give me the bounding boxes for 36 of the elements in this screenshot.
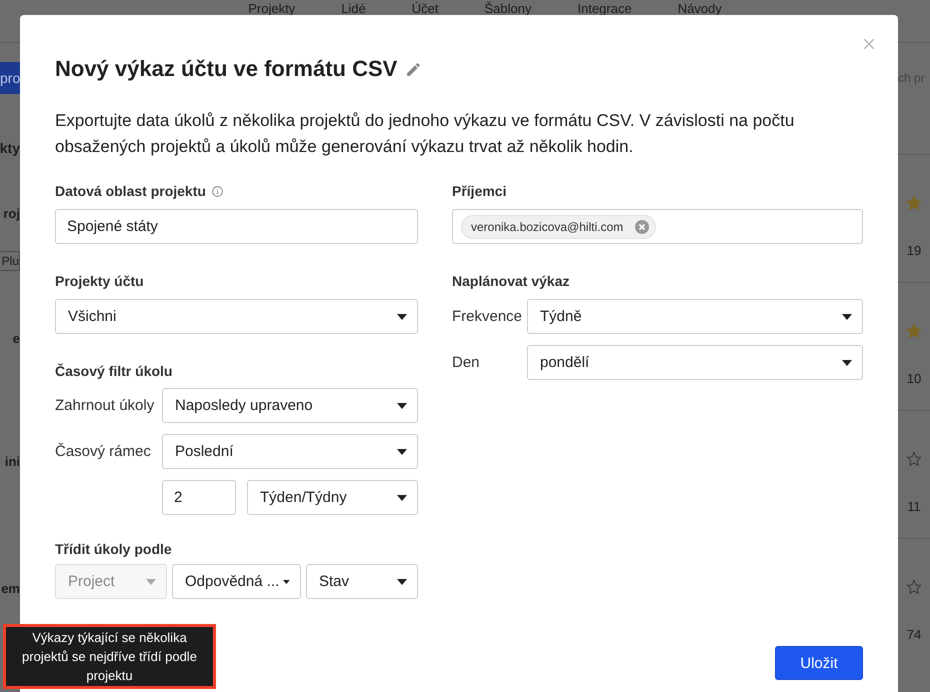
dropdown-select[interactable]: Stav: [306, 564, 418, 599]
field-label: Příjemci: [452, 183, 506, 199]
field-label: Projekty účtu: [55, 273, 144, 289]
field-label: Třídit úkoly podle: [55, 541, 172, 557]
dropdown-select[interactable]: Poslední: [162, 434, 418, 469]
field-label: Datová oblast projektu: [55, 183, 206, 199]
title-fragment: roj: [2, 206, 20, 221]
count-text: 10: [906, 371, 922, 386]
title-fragment: ini: [4, 454, 20, 469]
field-label: Časový rámec: [55, 443, 152, 460]
title-fragment: e: [12, 331, 20, 346]
dialog-title: Nový výkaz účtu ve formátu CSV: [55, 56, 398, 82]
dropdown-select[interactable]: Všichni: [55, 299, 418, 334]
count-text: 11: [907, 499, 921, 514]
email-chip: veronika.bozicova@hilti.com: [461, 214, 656, 238]
title-fragment: em: [0, 581, 20, 596]
section-label: Časový filtr úkolu: [55, 363, 172, 379]
save-button[interactable]: Uložit: [775, 646, 863, 680]
dropdown-select[interactable]: Odpovědná ...: [172, 564, 301, 599]
dropdown-select[interactable]: Naposledy upraveno: [162, 388, 418, 423]
number-field[interactable]: 2: [162, 480, 236, 515]
field-label: Zahrnout úkoly: [55, 397, 156, 414]
section-label: Naplánovat výkaz: [452, 273, 570, 289]
dropdown-select[interactable]: Týdně: [527, 299, 863, 334]
description-text: Exportujte data úkolů z několika projektů do jednoho výkazu ve formátu CSV. V závislosti na počtu obsažených projektů a úkolů může generování výkazu trvat až několik hodin.: [55, 110, 796, 158]
button-fragment[interactable]: pro: [0, 62, 20, 94]
dropdown-select[interactable]: pondělí: [527, 345, 863, 380]
field-label: Den: [452, 354, 481, 371]
tooltip: Výkazy týkající se několika projektů se nejdříve třídí podle projektu: [3, 624, 216, 689]
recipients-field[interactable]: veronika.bozicova@hilti.com: [452, 209, 863, 244]
field-label: Frekvence: [452, 308, 522, 325]
heading-fragment: kty: [0, 139, 20, 158]
count-text: 74: [906, 627, 922, 642]
count-text: 19: [906, 243, 922, 258]
input-field[interactable]: Spojené státy: [55, 209, 418, 244]
dropdown-select[interactable]: Týden/Týdny: [247, 480, 418, 515]
